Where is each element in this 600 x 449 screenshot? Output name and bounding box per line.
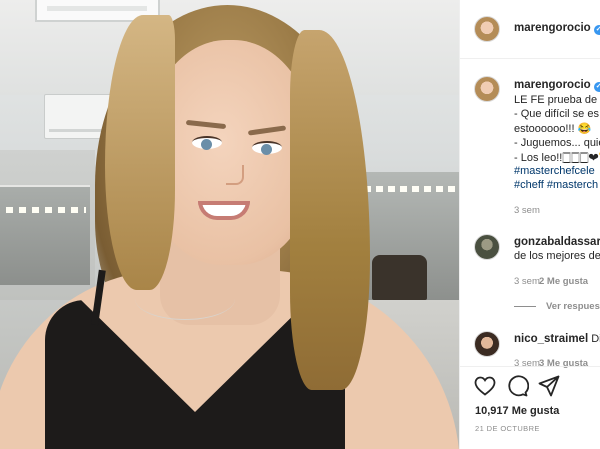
post-date[interactable]: 21 DE OCTUBRE bbox=[475, 424, 540, 433]
caption-line: - Los leo!!🀆🀆🀆❤🏆 bbox=[514, 152, 600, 164]
caption-line: estoooooo!!! 😂 bbox=[514, 123, 592, 135]
photo-eye-left bbox=[192, 136, 222, 150]
reply-dash bbox=[514, 306, 536, 307]
comment: gonzabaldassarre bbox=[514, 236, 600, 248]
like-count[interactable]: 10,917 Me gusta bbox=[475, 405, 559, 417]
post-author[interactable]: marengorocio✓ bbox=[514, 22, 600, 35]
author-avatar[interactable] bbox=[474, 16, 500, 42]
caption-timestamp[interactable]: 3 sem bbox=[514, 205, 540, 216]
comment-timestamp[interactable]: 3 sem bbox=[514, 358, 540, 369]
caption-hashtag-link[interactable]: #masterchefcele bbox=[514, 165, 595, 177]
caption-avatar[interactable] bbox=[474, 76, 500, 102]
comment-timestamp[interactable]: 3 sem bbox=[514, 276, 540, 287]
caption-line: - Juguemos... quie bbox=[514, 137, 600, 149]
comment-text: de los mejores de bbox=[514, 250, 600, 262]
post-author-name[interactable]: marengorocio bbox=[514, 22, 591, 34]
actions-divider bbox=[460, 366, 600, 367]
caption-author[interactable]: marengorocio✓ bbox=[514, 79, 600, 92]
post-side-panel: marengorocio✓ marengorocio✓ LE FE prueba… bbox=[459, 0, 600, 449]
comment-likes[interactable]: 2 Me gusta bbox=[539, 276, 588, 287]
post-header: marengorocio✓ bbox=[460, 0, 600, 58]
verified-check-icon: ✓ bbox=[593, 82, 600, 92]
comment-likes[interactable]: 3 Me gusta bbox=[539, 358, 588, 369]
photo-eye-right bbox=[252, 141, 282, 155]
comment-author[interactable]: nico_straimel bbox=[514, 333, 588, 345]
verified-check-icon: ✓ bbox=[593, 25, 600, 35]
comment-author[interactable]: gonzabaldassarre bbox=[514, 236, 600, 248]
commenter-avatar[interactable] bbox=[474, 331, 500, 357]
photo-mirror-left bbox=[0, 185, 90, 285]
commenter-avatar[interactable] bbox=[474, 234, 500, 260]
view-replies-link[interactable]: Ver respuest bbox=[546, 301, 600, 312]
comment-icon[interactable] bbox=[505, 374, 529, 398]
comment: nico_straimel Dio bbox=[514, 333, 600, 345]
caption-author-name[interactable]: marengorocio bbox=[514, 79, 591, 91]
caption-line: - Que difícil se es bbox=[514, 108, 599, 120]
heart-icon[interactable] bbox=[473, 374, 497, 398]
caption-line: LE FE prueba de s bbox=[514, 94, 600, 106]
comment-text: Dio bbox=[591, 333, 600, 345]
caption-hashtag-link[interactable]: #cheff #masterch bbox=[514, 179, 598, 191]
share-icon[interactable] bbox=[537, 374, 561, 398]
header-divider bbox=[460, 58, 600, 59]
photo-mirror-bulbs-left bbox=[6, 207, 86, 213]
photo-chair bbox=[372, 255, 427, 300]
photo-nose bbox=[226, 165, 244, 185]
post-photo[interactable] bbox=[0, 0, 459, 449]
